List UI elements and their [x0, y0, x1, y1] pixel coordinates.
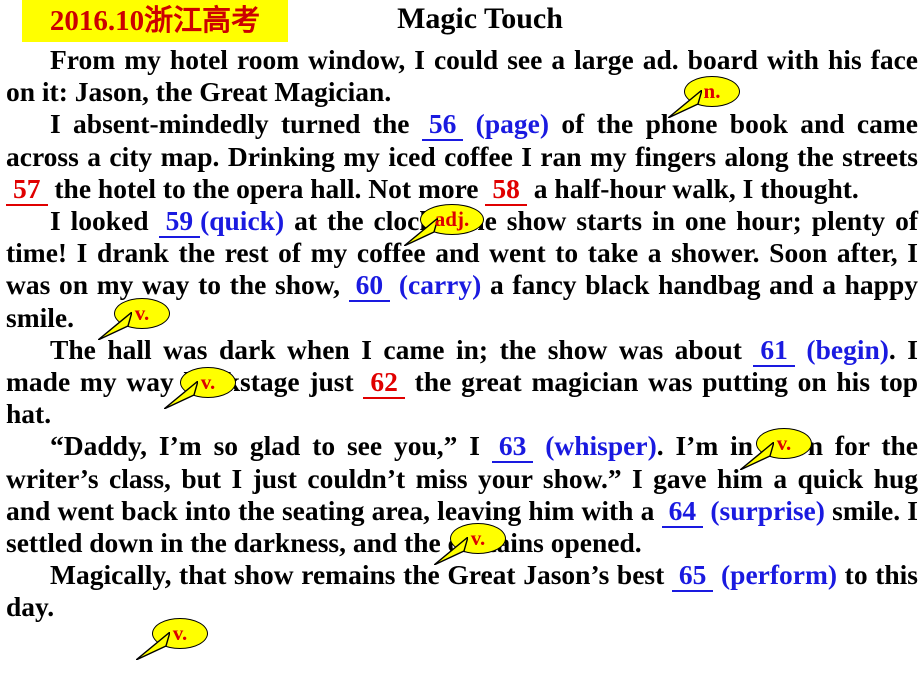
word-cue: (quick)	[200, 205, 285, 237]
blank-58: 58	[485, 172, 527, 206]
callout-label: adj.	[434, 207, 470, 231]
slide-canvas: Magic Touch 2016.10浙江高考 From my hotel ro…	[0, 0, 920, 690]
word-cue: (surprise)	[710, 494, 825, 526]
passage-text: I absent-mindedly turned the	[50, 108, 422, 140]
callout-label: v.	[200, 370, 216, 394]
passage-text	[533, 430, 545, 461]
paragraph: From my hotel room window, I could see a…	[6, 44, 918, 108]
passage-text: a half-hour walk, I thought.	[526, 172, 859, 204]
callout-bubble-v: v.	[740, 428, 812, 470]
blank-64: 64	[661, 494, 704, 528]
blank-62: 62	[363, 366, 405, 400]
blank-61: 61	[753, 333, 795, 367]
passage-text: From my hotel room window, I could see a…	[6, 44, 918, 108]
callout-label: v.	[776, 431, 792, 455]
passage-text: I looked	[50, 205, 159, 237]
passage-text: Magically, that show remains the Great J…	[50, 559, 672, 591]
blank-63: 63	[491, 430, 534, 464]
passage-text: “Daddy, I’m so glad to see you,” I	[50, 430, 492, 462]
callout-bubble-v: v.	[434, 523, 506, 565]
callout-label: v.	[172, 621, 188, 645]
passage-text: the hotel to the opera hall. Not more	[47, 172, 486, 204]
blank-57: 57	[6, 172, 48, 206]
callout-label: n.	[703, 79, 721, 103]
blank-60: 60	[348, 269, 391, 303]
paragraph: Magically, that show remains the Great J…	[6, 559, 918, 623]
word-cue: (whisper)	[545, 430, 657, 462]
source-tag: 2016.10浙江高考	[22, 0, 288, 42]
callout-label: v.	[470, 526, 486, 550]
blank-59: 59	[158, 205, 201, 239]
word-cue: (page)	[475, 108, 549, 140]
word-cue: (perform)	[721, 559, 838, 591]
word-cue: (begin)	[806, 333, 889, 365]
blank-65: 65	[671, 559, 714, 593]
blank-56: 56	[421, 108, 464, 142]
passage-text: The hall was dark when I came in; the sh…	[50, 333, 754, 365]
callout-bubble-n: n.	[668, 76, 740, 118]
passage-text	[713, 559, 721, 590]
paragraph: I absent-mindedly turned the 56 (page) o…	[6, 108, 918, 206]
callout-label: v.	[134, 301, 150, 325]
callout-bubble-adj: adj.	[404, 204, 484, 246]
passage-text	[463, 108, 475, 139]
callout-bubble-v: v.	[98, 298, 170, 340]
callout-bubble-v: v.	[136, 618, 208, 660]
word-cue: (carry)	[398, 269, 482, 301]
passage-text	[390, 269, 399, 300]
callout-bubble-v: v.	[164, 367, 236, 409]
paragraph: The hall was dark when I came in; the sh…	[6, 333, 918, 431]
passage-text	[795, 334, 807, 365]
